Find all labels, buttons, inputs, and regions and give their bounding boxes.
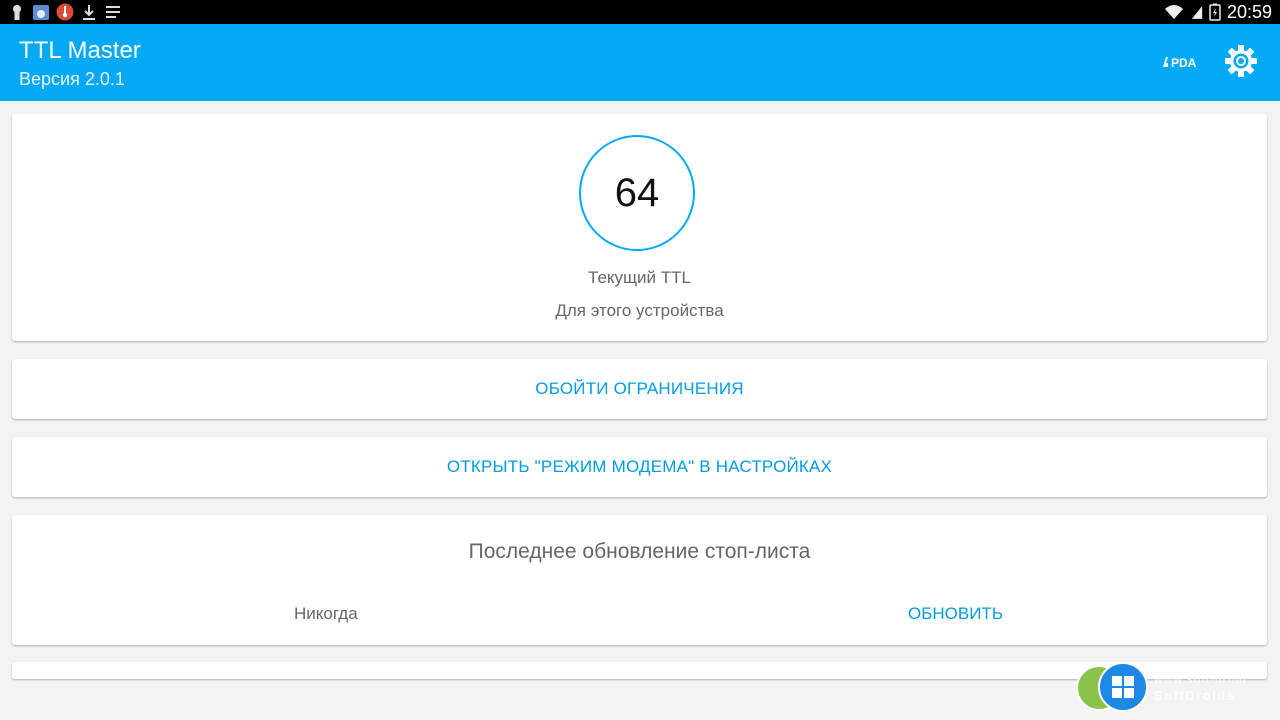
bypass-restrictions-label: ОБОЙТИ ОГРАНИЧЕНИЯ [535,379,744,398]
status-bar: 20:59 [0,0,1280,24]
battery-icon [1209,3,1221,21]
bypass-restrictions-button[interactable]: ОБОЙТИ ОГРАНИЧЕНИЯ [12,359,1267,419]
ttl-value: 64 [614,170,660,215]
watermark-url: www.soft-droid [1154,672,1247,686]
windows-logo-icon [1098,662,1148,712]
stoplist-last-update-value: Никогда [294,604,358,623]
thermometer-icon [56,3,74,21]
stoplist-card: Последнее обновление стоп-листа Никогда … [12,515,1267,645]
open-modem-settings-button[interactable]: ОТКРЫТЬ "РЕЖИМ МОДЕМА" В НАСТРОЙКАХ [12,437,1267,497]
app-version: Версия 2.0.1 [19,69,125,89]
ttl-card: 64 Текущий TTL Для этого устройства [12,114,1267,341]
app-bar: TTL Master Версия 2.0.1 PDA [0,24,1280,101]
system-icons: 20:59 [1163,0,1272,24]
gear-icon[interactable] [1222,42,1260,80]
keyhole-icon [13,5,21,20]
ttl-label: Текущий TTL [588,268,691,287]
ttl-value-circle: 64 [579,135,695,251]
notes-icon [106,6,120,18]
stoplist-title: Последнее обновление стоп-листа [468,540,811,563]
clock: 20:59 [1226,2,1272,22]
open-modem-settings-label: ОТКРЫТЬ "РЕЖИМ МОДЕМА" В НАСТРОЙКАХ [446,457,833,476]
update-stoplist-button[interactable]: ОБНОВИТЬ [908,604,1003,624]
signal-icon [1191,6,1203,19]
notification-icons [8,2,122,22]
4pda-logo[interactable]: PDA [1162,54,1204,70]
ttl-sublabel: Для этого устройства [555,301,724,320]
svg-text:PDA: PDA [1171,56,1197,70]
wifi-icon [1164,5,1183,19]
watermark: www.soft-droid SoftDroids [1076,662,1276,712]
watermark-name: SoftDroids [1154,688,1236,703]
cloud-app-icon [33,5,49,20]
app-title: TTL Master [19,37,141,64]
download-icon [83,5,95,20]
